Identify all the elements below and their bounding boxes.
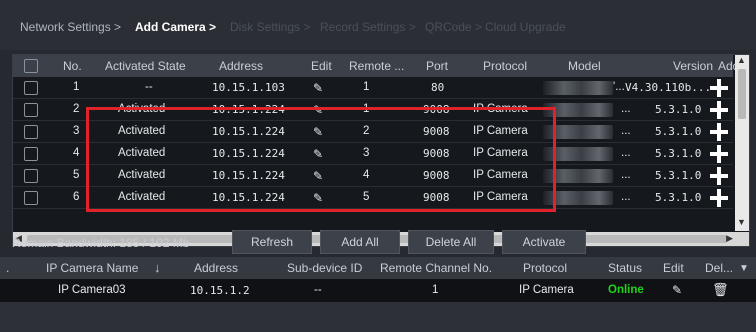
crumb-cloud-upgrade: Cloud Upgrade: [485, 20, 566, 34]
col-model[interactable]: Model: [568, 59, 601, 73]
row-checkbox[interactable]: [24, 103, 38, 117]
crumb-record-settings: Record Settings >: [320, 20, 416, 34]
col-edit: Edit: [311, 59, 332, 73]
cell-camera-address: 10.15.1.2: [190, 284, 250, 297]
cell-no: 6: [73, 191, 80, 203]
col-address[interactable]: Address: [219, 59, 263, 73]
crumb-qrcode: QRCode >: [425, 20, 483, 34]
col-remote[interactable]: Remote ...: [349, 59, 404, 73]
cell-no: 3: [73, 125, 80, 137]
col-edit-2: Edit: [663, 261, 684, 275]
col-remote-channel-no[interactable]: Remote Channel No.: [380, 261, 492, 275]
add-icon[interactable]: [710, 189, 728, 207]
edit-icon[interactable]: ✎: [672, 283, 682, 297]
row-checkbox[interactable]: [24, 81, 38, 95]
cell-version: 5.3.1.0: [655, 169, 702, 182]
col-no[interactable]: No.: [63, 59, 82, 73]
row-checkbox[interactable]: [24, 147, 38, 161]
scroll-down-icon[interactable]: ▼: [737, 217, 746, 227]
col-edge-dot: .: [6, 261, 10, 275]
row-checkbox[interactable]: [24, 191, 38, 205]
col-activated-state[interactable]: Activated State: [105, 59, 186, 73]
table-empty-area: [0, 302, 756, 332]
col-port[interactable]: Port: [426, 59, 448, 73]
cell-remote-channel: 1: [432, 284, 439, 296]
cell-state: --: [145, 81, 153, 93]
cell-model: '...: [613, 81, 625, 93]
scroll-up-icon[interactable]: ▲: [737, 55, 746, 65]
cell-remote: 1: [363, 81, 370, 93]
cell-subdevice-id: --: [314, 284, 322, 296]
col-sub-device-id[interactable]: Sub-device ID: [287, 261, 362, 275]
remain-bandwidth-label: Remain Bandwidth: 185 / 192 Mb: [12, 236, 190, 250]
cell-version: 5.3.1.0: [655, 147, 702, 160]
row-checkbox[interactable]: [24, 125, 38, 139]
crumb-network-settings[interactable]: Network Settings >: [20, 20, 121, 34]
cell-address: 10.15.1.103: [212, 81, 285, 94]
cell-model: ...: [621, 147, 631, 159]
add-all-button[interactable]: Add All: [320, 230, 400, 254]
cell-model: ...: [621, 191, 631, 203]
add-icon[interactable]: [710, 79, 728, 97]
refresh-button[interactable]: Refresh: [232, 230, 312, 254]
cell-no: 4: [73, 147, 80, 159]
wizard-breadcrumb: Network Settings > Add Camera > Disk Set…: [0, 0, 756, 50]
row-checkbox[interactable]: [24, 169, 38, 183]
add-icon[interactable]: [710, 167, 728, 185]
cell-model: ...: [621, 125, 631, 137]
cell-camera-protocol: IP Camera: [519, 284, 574, 296]
cell-model: ...: [621, 169, 631, 181]
table-row[interactable]: 1 -- 10.15.1.103 ✎ 1 80 '... V4.30.110b.…: [13, 77, 733, 99]
model-redacted: [543, 81, 613, 95]
add-icon[interactable]: [710, 123, 728, 141]
table-row[interactable]: IP Camera03 10.15.1.2 -- 1 IP Camera Onl…: [0, 279, 756, 302]
col-ip-camera-name[interactable]: IP Camera Name: [46, 261, 138, 275]
add-icon[interactable]: [710, 145, 728, 163]
col-version[interactable]: Version: [673, 59, 713, 73]
arrow-down-icon[interactable]: ↓: [154, 260, 161, 275]
cell-version: V4.30.110b...: [625, 81, 712, 94]
cell-version: 5.3.1.0: [655, 103, 702, 116]
col-protocol-2[interactable]: Protocol: [523, 261, 567, 275]
vertical-scroll-thumb[interactable]: [738, 69, 746, 119]
col-status[interactable]: Status: [608, 261, 642, 275]
col-delete: Del...: [705, 261, 734, 275]
cell-version: 5.3.1.0: [655, 191, 702, 204]
activate-button[interactable]: Activate: [502, 230, 586, 254]
chevron-down-icon[interactable]: ▼: [739, 263, 749, 274]
select-all-checkbox[interactable]: [24, 59, 38, 73]
vertical-scrollbar[interactable]: ▲ ▼: [735, 55, 749, 231]
cell-camera-name: IP Camera03: [58, 284, 126, 296]
crumb-disk-settings: Disk Settings >: [230, 20, 311, 34]
delete-all-button[interactable]: Delete All: [408, 230, 494, 254]
scroll-right-icon[interactable]: ▶: [726, 233, 733, 244]
add-icon[interactable]: [710, 101, 728, 119]
col-address-2[interactable]: Address: [194, 261, 238, 275]
trash-icon[interactable]: 🗑: [712, 282, 729, 298]
highlight-box: [86, 107, 556, 212]
search-table-header: No. Activated State Address Edit Remote …: [13, 55, 739, 77]
cell-port: 80: [431, 81, 445, 94]
cell-no: 2: [73, 103, 80, 115]
cell-model: ...: [621, 103, 631, 115]
col-protocol[interactable]: Protocol: [483, 59, 527, 73]
added-camera-table-header: . IP Camera Name ↓ Address Sub-device ID…: [0, 257, 756, 279]
cell-no: 1: [73, 81, 80, 93]
edit-icon[interactable]: ✎: [313, 81, 323, 95]
cell-no: 5: [73, 169, 80, 181]
status-badge: Online: [608, 284, 644, 296]
cell-version: 5.3.1.0: [655, 125, 702, 138]
crumb-add-camera[interactable]: Add Camera >: [135, 20, 216, 34]
